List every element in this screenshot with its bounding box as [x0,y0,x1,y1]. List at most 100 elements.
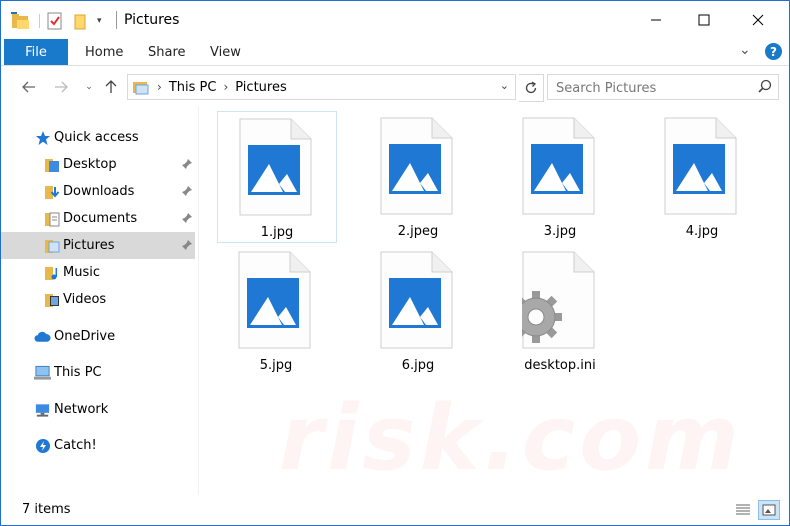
forward-button[interactable] [51,77,71,97]
back-arrow-icon [22,81,35,93]
close-button[interactable] [735,1,781,39]
file-name: 1.jpg [260,225,294,240]
file-item[interactable]: 5.jpg [217,245,335,375]
refresh-icon [525,81,537,94]
navigation-pane: Quick access Desktop Downloads Documents [1,106,199,496]
nav-label: Videos [63,292,107,307]
cloud-icon [34,328,51,345]
nav-desktop[interactable]: Desktop [1,151,195,178]
back-button[interactable] [19,77,39,97]
up-arrow-icon [105,80,117,93]
nav-music[interactable]: Music [1,259,195,286]
file-item[interactable]: 1.jpg [217,111,337,243]
breadcrumb-this-pc[interactable]: This PC [169,80,217,95]
breadcrumb-pictures[interactable]: Pictures [235,80,286,95]
desktop-folder-icon [43,156,60,173]
file-item[interactable]: 4.jpg [643,111,761,241]
search-box[interactable] [547,74,779,100]
breadcrumb-separator-icon: › [157,80,162,94]
search-icon[interactable] [758,79,772,97]
file-item[interactable]: 2.jpeg [359,111,477,241]
nav-label: Documents [63,211,138,226]
item-count: 7 items [22,502,71,517]
maximize-button[interactable] [681,1,727,39]
customize-toolbar-dropdown-icon[interactable]: ▾ [97,10,102,32]
help-icon[interactable]: ? [765,43,782,60]
nav-label: Desktop [63,157,117,172]
nav-label: Downloads [63,184,135,199]
explorer-folder-icon[interactable] [11,10,31,32]
ribbon-tabs: File Home Share View ⌄ ? [1,39,789,66]
pin-icon[interactable] [181,212,193,228]
file-name: 4.jpg [685,224,719,239]
nav-network[interactable]: Network [1,396,195,423]
recent-locations-chevron-icon[interactable]: ⌄ [79,77,99,97]
file-item[interactable]: desktop.ini [501,245,619,375]
up-button[interactable] [101,77,121,97]
nav-onedrive[interactable]: OneDrive [1,323,195,350]
music-folder-icon [43,264,60,281]
pin-icon[interactable] [181,158,193,174]
nav-this-pc[interactable]: This PC [1,359,195,386]
breadcrumb-separator-icon: › [223,80,229,94]
catch-app-icon [34,437,51,454]
minimize-icon [651,19,661,21]
nav-documents[interactable]: Documents [1,205,195,232]
new-folder-icon[interactable] [73,10,89,32]
pin-icon[interactable] [181,185,193,201]
tab-share[interactable]: Share [148,39,186,65]
address-history-dropdown-icon[interactable]: ⌄ [500,79,509,92]
nav-label: OneDrive [54,329,116,344]
star-icon [34,129,51,146]
pictures-location-icon [132,79,150,95]
details-view-button[interactable] [733,500,753,520]
pin-icon[interactable] [181,239,193,255]
details-view-icon [736,504,750,515]
large-icons-view-button[interactable] [758,500,780,520]
status-bar: 7 items [1,495,789,525]
nav-downloads[interactable]: Downloads [1,178,195,205]
nav-pictures[interactable]: Pictures [1,232,195,259]
file-name: desktop.ini [524,358,596,373]
explorer-window: ▾ Pictures File Home Share View ⌄ ? ⌄ › … [0,0,790,526]
nav-videos[interactable]: Videos [1,286,195,313]
refresh-button[interactable] [519,74,544,102]
nav-label: Network [54,402,109,417]
expand-ribbon-chevron-icon[interactable]: ⌄ [739,42,751,58]
properties-icon[interactable] [47,10,63,32]
tab-home[interactable]: Home [85,39,123,65]
image-file-icon [238,251,312,353]
file-item[interactable]: 3.jpg [501,111,619,241]
file-list-view: risk.com 1.jpg 2.jpeg 3.jpg 4.jpg 5.jpg … [199,106,789,496]
nav-catch[interactable]: Catch! [1,432,195,459]
image-file-icon [380,117,454,219]
nav-label: Quick access [54,130,139,145]
image-file-icon [664,117,738,219]
image-file-icon [522,117,596,219]
settings-file-icon [510,251,596,353]
large-icons-view-icon [762,504,776,516]
close-icon [752,14,764,26]
search-input[interactable] [554,78,748,98]
nav-label: This PC [54,365,102,380]
file-name: 2.jpeg [397,224,439,239]
file-name: 3.jpg [543,224,577,239]
pictures-folder-icon [43,237,60,254]
image-file-icon [239,118,313,220]
watermark: risk.com [279,386,743,491]
nav-quick-access[interactable]: Quick access [1,124,195,151]
forward-arrow-icon [55,81,68,93]
window-title: Pictures [124,12,180,28]
title-bar: ▾ Pictures [1,1,789,39]
file-item[interactable]: 6.jpg [359,245,477,375]
nav-label: Music [63,265,100,280]
image-file-icon [380,251,454,353]
minimize-button[interactable] [633,1,679,39]
address-row: ⌄ › This PC › Pictures ⌄ [1,66,789,106]
tab-file[interactable]: File [4,39,68,65]
file-name: 6.jpg [401,358,435,373]
nav-label: Catch! [54,438,97,453]
tab-view[interactable]: View [210,39,241,65]
downloads-folder-icon [43,183,60,200]
address-bar[interactable]: › This PC › Pictures ⌄ [127,74,516,100]
